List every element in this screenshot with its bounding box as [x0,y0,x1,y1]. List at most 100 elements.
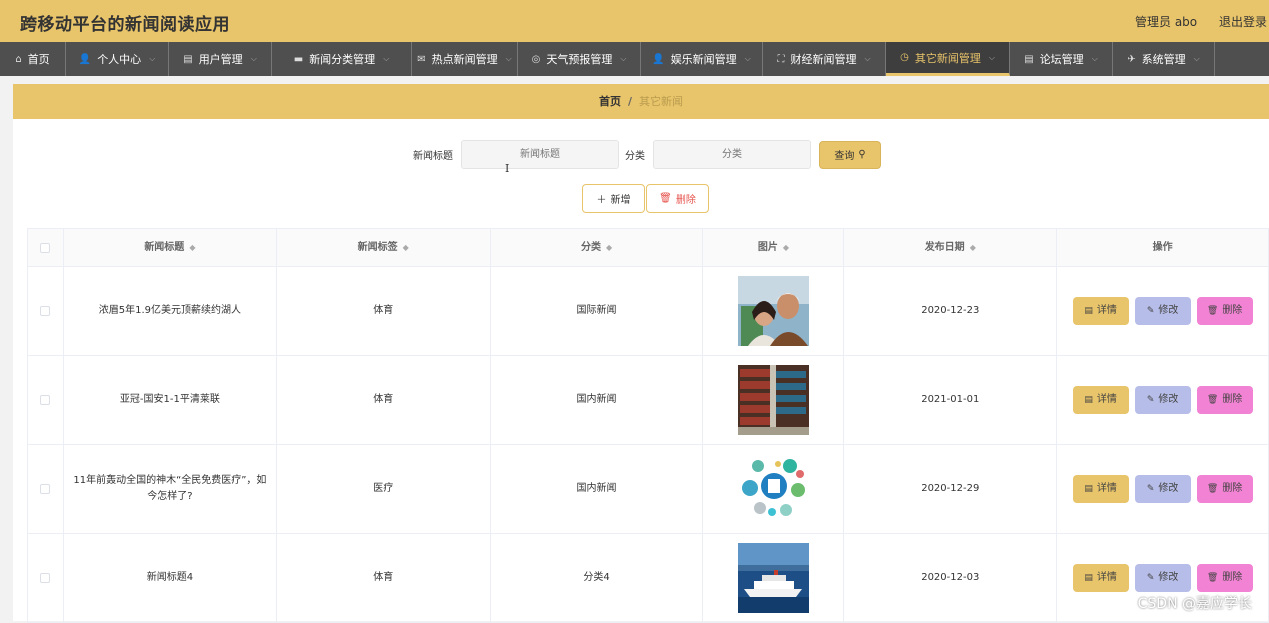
nav-item-label: 个人中心 [97,51,141,67]
clipboard-icon: ▤ [1024,54,1033,65]
chevron-down-icon: ⌵ [864,54,870,64]
edit-button[interactable]: ✎修改 [1135,564,1191,592]
user-label: 管理员 abo [1135,15,1197,29]
pencil-icon: ✎ [1147,303,1155,319]
cell-title: 浓眉5年1.9亿美元顶薪续约湖人 [64,267,277,355]
delete-button[interactable]: 🗑删除 [1197,564,1253,592]
nav-item-label: 论坛管理 [1040,51,1084,67]
cell-title: 11年前轰动全国的神木“全民免费医疗”，如今怎样了? [64,445,277,533]
nav-item-label: 热点新闻管理 [432,51,498,67]
header-date[interactable]: 发布日期◆ [844,229,1057,266]
nav-item-4[interactable]: ✉热点新闻管理⌵ [412,42,518,76]
row-checkbox[interactable] [40,306,50,316]
document-icon: ▤ [1084,481,1093,497]
clock-icon: ◷ [900,52,909,63]
detail-button[interactable]: ▤详情 [1073,386,1129,414]
chevron-down-icon: ⌵ [989,53,995,63]
home-icon: ⌂ [15,54,21,65]
row-select-cell [28,445,64,533]
query-button[interactable]: 查询 ⚲ [819,141,881,169]
cell-actions: ▤详情✎修改🗑删除 [1057,445,1269,533]
user-icon: 👤 [79,54,91,65]
table-row: 11年前轰动全国的神木“全民免费医疗”，如今怎样了?医疗国内新闻2020-12-… [28,445,1269,534]
logout-link[interactable]: 退出登录 [1219,15,1267,29]
cell-title: 新闻标题4 [64,534,277,622]
delete-button-label: 删除 [1222,570,1242,586]
document-icon: ▤ [1084,570,1093,586]
header-category[interactable]: 分类 ◆ [491,229,704,266]
delete-button[interactable]: 🗑删除 [1197,475,1253,503]
nav-item-label: 天气预报管理 [546,51,612,67]
detail-button[interactable]: ▤详情 [1073,297,1129,325]
nav-item-label: 首页 [28,51,50,67]
header-title[interactable]: 新闻标题◆ [64,229,277,266]
news-photo-library [738,365,809,435]
table-row: 新闻标题4体育分类42020-12-03▤详情✎修改🗑删除 [28,534,1269,623]
delete-button[interactable]: 🗑删除 [1197,386,1253,414]
category-search-input[interactable] [653,140,811,169]
nav-item-label: 新闻分类管理 [309,51,375,67]
nav-item-3[interactable]: ▬新闻分类管理⌵ [272,42,412,76]
sort-icon[interactable]: ◆ [189,240,195,256]
nav-item-0[interactable]: ⌂ 首页 [0,42,66,76]
nav-item-10[interactable]: ✈系统管理⌵ [1113,42,1215,76]
trash-icon: 🗑 [1207,303,1218,319]
main-nav: ⌂首页👤个人中心⌵▤用户管理⌵▬新闻分类管理⌵✉热点新闻管理⌵◎天气预报管理⌵👤… [0,42,1269,76]
nav-item-8[interactable]: ◷其它新闻管理⌵ [886,42,1010,76]
category-search-label: 分类 [625,147,645,162]
target-icon: ◎ [532,54,541,65]
cell-image [703,356,844,444]
detail-button-label: 详情 [1097,303,1117,319]
nav-item-6[interactable]: 👤娱乐新闻管理⌵ [641,42,763,76]
frame-icon: ⛶ [777,54,784,65]
sort-icon[interactable]: ◆ [783,240,789,256]
pencil-icon: ✎ [1147,570,1155,586]
trash-icon: 🗑 [1207,481,1218,497]
nav-item-9[interactable]: ▤论坛管理⌵ [1010,42,1113,76]
header-tag[interactable]: 新闻标签◆ [277,229,491,266]
delete-button-label: 删除 [1222,481,1242,497]
cell-image [703,267,844,355]
title-search-input[interactable] [461,140,619,169]
edit-button[interactable]: ✎修改 [1135,475,1191,503]
watermark: CSDN @嘉应学长 [1138,593,1252,613]
breadcrumb-home[interactable]: 首页 [599,95,621,108]
nav-item-7[interactable]: ⛶财经新闻管理⌵ [763,42,886,76]
add-button[interactable]: ＋ 新增 [582,184,645,213]
header-image[interactable]: 图片◆ [703,229,844,266]
nav-item-1[interactable]: 👤个人中心⌵ [66,42,169,76]
nav-item-label: 娱乐新闻管理 [671,51,737,67]
top-right-area: 管理员 abo 退出登录 [1117,13,1267,30]
text-cursor-icon: I [505,162,509,175]
row-select-cell [28,267,64,355]
header-select-cell [28,229,64,266]
header-category-label: 分类 [581,240,601,256]
cell-tag: 体育 [277,356,491,444]
row-checkbox[interactable] [40,573,50,583]
row-checkbox[interactable] [40,395,50,405]
row-select-cell [28,534,64,622]
delete-button[interactable]: 🗑删除 [1197,297,1253,325]
sort-icon[interactable]: ◆ [403,240,409,256]
detail-button[interactable]: ▤详情 [1073,475,1129,503]
edit-button[interactable]: ✎修改 [1135,297,1191,325]
cell-category: 国内新闻 [491,445,704,533]
nav-item-5[interactable]: ◎天气预报管理⌵ [518,42,641,76]
sort-icon[interactable]: ◆ [970,240,976,256]
mail-icon: ✉ [417,54,425,65]
breadcrumb-separator: / [628,95,632,108]
nav-item-2[interactable]: ▤用户管理⌵ [169,42,272,76]
breadcrumb-current: 其它新闻 [639,95,683,108]
news-table: 新闻标题◆ 新闻标签◆ 分类 ◆ 图片◆ 发布日期◆ 操作 浓眉5年1.9亿美元顶… [27,228,1269,623]
select-all-checkbox[interactable] [40,243,50,253]
search-form: 新闻标题 分类 查询 ⚲ [413,140,881,169]
cell-date: 2020-12-29 [844,445,1057,533]
cell-date: 2020-12-03 [844,534,1057,622]
batch-delete-button[interactable]: 🗑 删除 [646,184,709,213]
row-checkbox[interactable] [40,484,50,494]
detail-button[interactable]: ▤详情 [1073,564,1129,592]
user-icon: 👤 [652,54,664,65]
sort-icon[interactable]: ◆ [606,240,612,256]
edit-button[interactable]: ✎修改 [1135,386,1191,414]
header-actions-label: 操作 [1153,240,1173,256]
